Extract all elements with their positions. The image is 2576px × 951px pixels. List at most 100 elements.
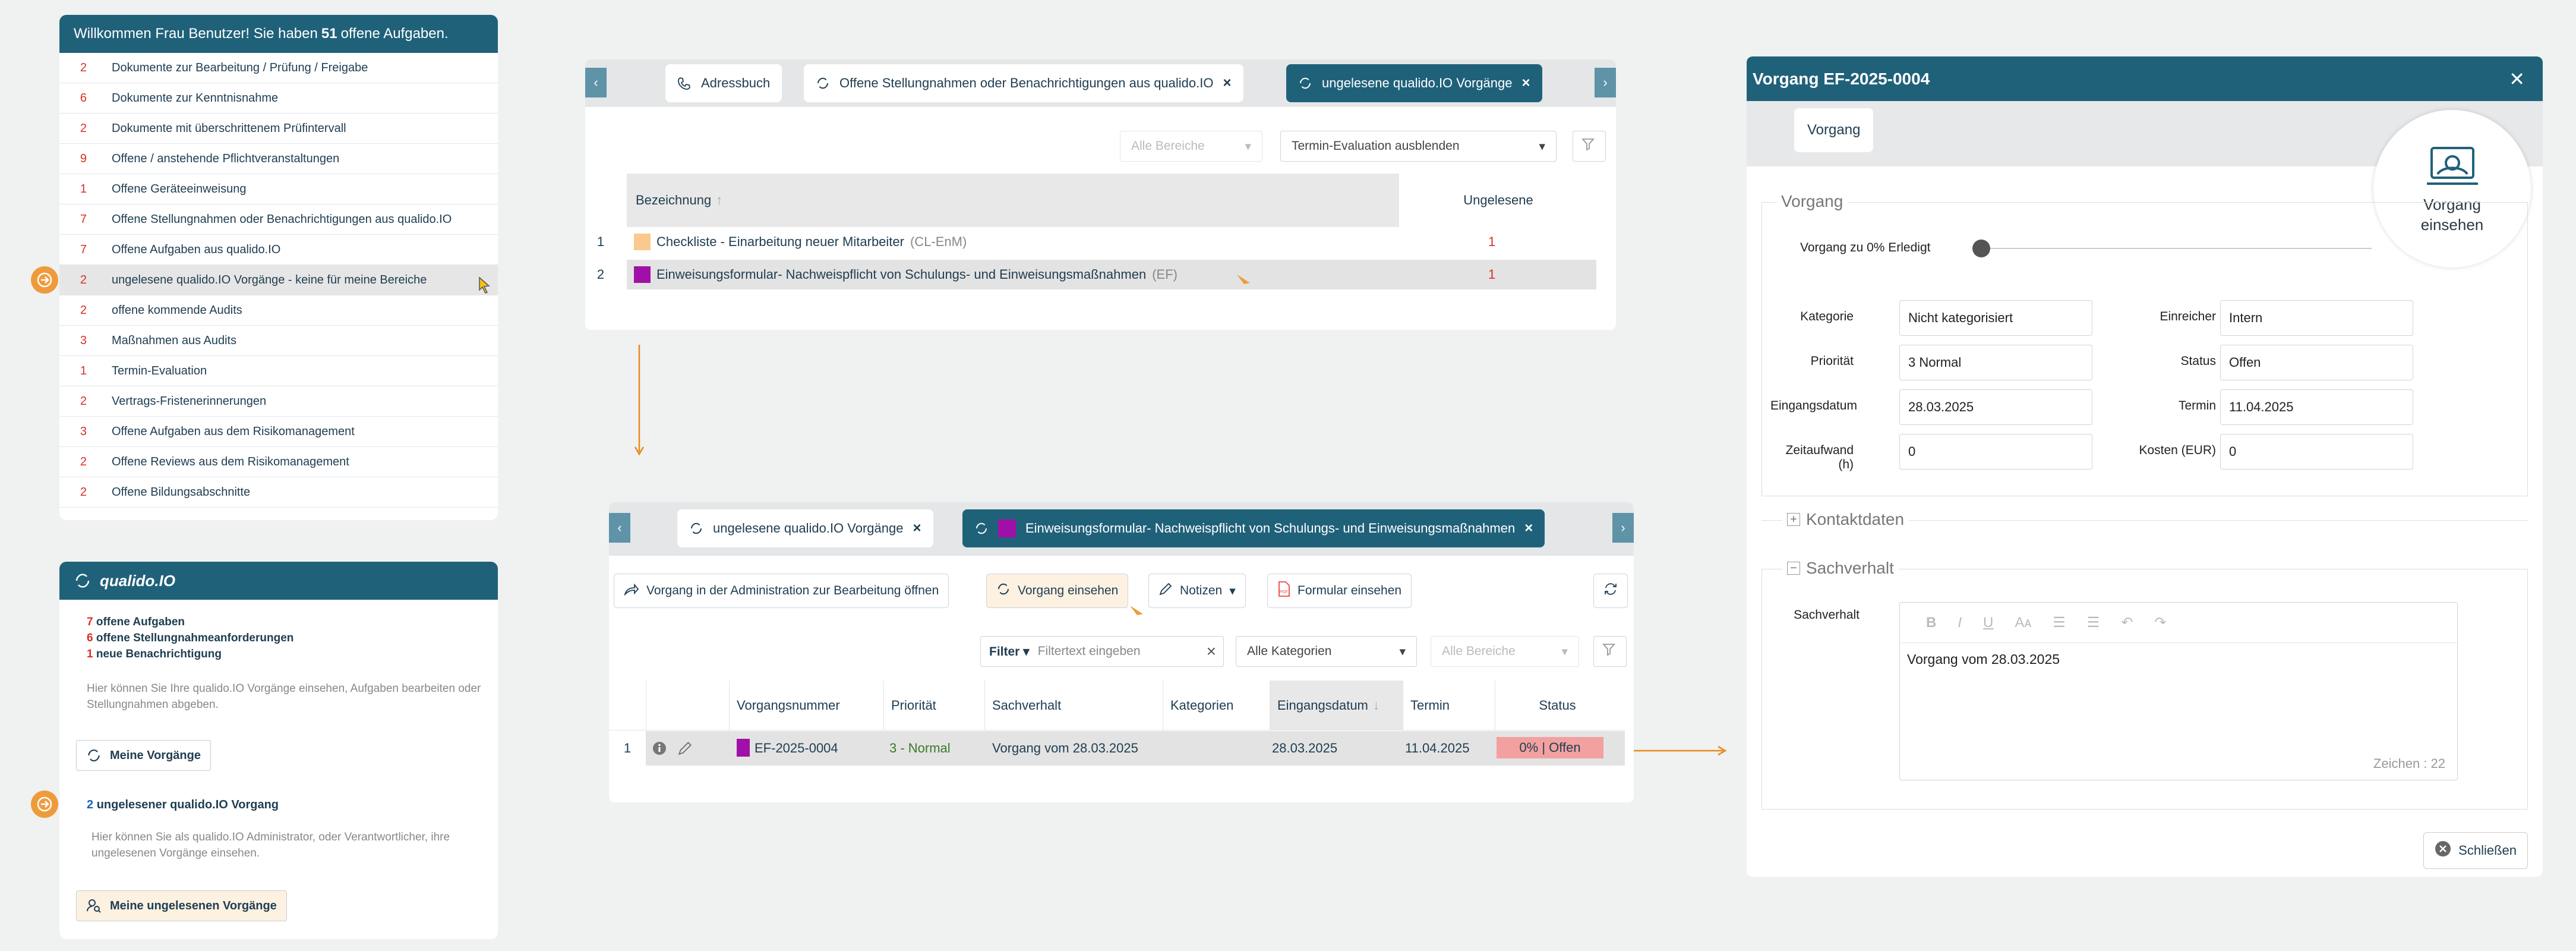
tab-open-statements[interactable]: Offene Stellungnahmen oder Benachrichtig… [804,64,1243,102]
task-item[interactable]: 2 offene kommende Audits [59,295,498,326]
column-sachverhalt[interactable]: Sachverhalt [984,681,1163,730]
notes-button[interactable]: Notizen ▾ [1148,574,1246,608]
font-size-icon[interactable]: Aᴀ [2015,615,2031,631]
tab-vorgang[interactable]: Vorgang [1794,108,1874,152]
chevron-down-icon: ▾ [1539,139,1545,153]
task-item[interactable]: 2 Offene Bildungsabschnitte [59,477,498,508]
cell-received: 28.03.2025 [1272,741,1338,755]
filter-dropdown[interactable]: Filter ▾ [981,644,1038,659]
tab-unread-processes[interactable]: ungelesene qualido.IO Vorgänge × [1286,64,1542,102]
contacts-section-toggle[interactable]: + Kontaktdaten [1782,510,1909,529]
tab-scroll-right-button[interactable]: › [1595,68,1616,97]
refresh-icon [86,748,102,763]
tab-unread-processes[interactable]: ungelesene qualido.IO Vorgänge × [677,509,933,547]
bullet-list-icon[interactable]: ☰ [2087,614,2100,631]
share-arrow-icon [624,582,639,599]
field-input[interactable]: Offen [2220,345,2413,380]
qualido-panel: qualido.IO 7 offene Aufgaben 6 offene Ste… [59,562,498,939]
task-item[interactable]: 2 Vertrags-Fristenerinnerungen [59,386,498,417]
area-filter[interactable]: Alle Bereiche ▾ [1431,636,1579,667]
view-form-button[interactable]: PDF Formular einsehen [1267,574,1412,608]
evaluation-filter[interactable]: Termin-Evaluation ausblenden ▾ [1280,131,1557,162]
info-icon[interactable] [652,741,667,760]
view-process-button[interactable]: Vorgang einsehen [986,574,1129,608]
facts-editor[interactable]: B I U Aᴀ ☰ ☰ ↶ ↷ Vorgang vom 28.03.2025 Zeichen… [1899,602,2458,780]
task-item[interactable]: 2 Dokumente zur Bearbeitung / Prüfung / F… [59,53,498,83]
close-tab-icon[interactable]: × [1524,520,1533,537]
tab-addressbook[interactable]: Adressbuch [665,64,782,102]
underline-icon[interactable]: U [1983,615,1993,631]
column-header-unread[interactable]: Ungelesene [1400,174,1596,227]
close-tab-icon[interactable]: × [1223,75,1231,92]
edit-icon[interactable] [677,741,693,760]
column-kategorien[interactable]: Kategorien [1163,681,1270,730]
italic-icon[interactable]: I [1958,615,1962,631]
clear-filter-icon[interactable]: × [1199,642,1223,661]
task-item[interactable]: 7 Offene Aufgaben aus qualido.IO [59,235,498,265]
unread-count: 2 [87,798,94,811]
close-tab-icon[interactable]: × [1521,75,1530,92]
undo-icon[interactable]: ↶ [2121,614,2133,631]
facts-section-toggle[interactable]: − Sachverhalt [1782,559,1899,578]
column-status[interactable]: Status [1495,681,1620,730]
table-row[interactable]: 1 EF-2025-0004 3 - Normal Vorgang vom 28… [609,731,1625,766]
tab-scroll-left-button[interactable]: ‹ [585,68,607,97]
bold-icon[interactable]: B [1926,615,1936,631]
filter-button[interactable] [1573,131,1606,162]
my-processes-button[interactable]: Meine Vorgänge [76,740,211,771]
task-item[interactable]: 6 Dokumente zur Kenntnisnahme [59,83,498,114]
filter-input[interactable]: Filtertext eingeben [1038,644,1199,659]
column-prioritaet[interactable]: Priorität [883,681,984,730]
caret-down-icon: ▾ [1229,584,1236,598]
field-input[interactable]: 0 [1899,434,2092,470]
qualido-stats: 7 offene Aufgaben 6 offene Stellungnahmea… [87,614,293,662]
column-header-name[interactable]: Bezeichnung ↑ [627,174,1399,227]
task-item[interactable]: 1 Offene Geräteeinweisung [59,174,498,204]
column-label: Status [1539,698,1576,713]
field-input[interactable]: Intern [2220,300,2413,336]
field-input[interactable]: Nicht kategorisiert [1899,300,2092,336]
tab-label: Offene Stellungnahmen oder Benachrichtig… [839,75,1214,90]
task-count: 2 [80,485,87,499]
task-item[interactable]: 2 Dokumente mit überschrittenem Prüfinter… [59,114,498,144]
task-label: Vertrags-Fristenerinnerungen [112,394,267,408]
field-label: Status [2180,354,2216,368]
field-input[interactable]: 3 Normal [1899,345,2092,380]
my-unread-button[interactable]: Meine ungelesenen Vorgänge [76,890,287,921]
task-item[interactable]: 2 ungelesene qualido.IO Vorgänge - keine … [59,265,498,295]
task-item[interactable]: 3 Offene Aufgaben aus dem Risikomanagemen… [59,417,498,447]
close-icon[interactable]: ✕ [2509,68,2525,90]
field-input[interactable]: 0 [2220,434,2413,470]
task-item[interactable]: 2 Offene Reviews aus dem Risikomanagement [59,447,498,477]
task-count: 2 [80,455,87,468]
task-item[interactable]: 3 Maßnahmen aus Audits [59,326,498,356]
redo-icon[interactable]: ↷ [2154,614,2166,631]
task-item[interactable]: 7 Offene Stellungnahmen oder Benachrichti… [59,204,498,235]
tab-scroll-right-button[interactable]: › [1612,513,1634,543]
progress-slider[interactable] [1980,248,2372,249]
refresh-button[interactable] [1593,574,1628,608]
ordered-list-icon[interactable]: ☰ [2053,614,2066,631]
column-termin[interactable]: Termin [1403,681,1495,730]
task-item[interactable]: 9 Offene / anstehende Pflichtveranstaltun… [59,144,498,174]
tab-instruction-form[interactable]: Einweisungsformular- Nachweispflicht von… [962,509,1545,547]
filter-button[interactable] [1593,636,1627,667]
row-code: (EF) [1152,267,1177,282]
category-filter[interactable]: Alle Kategorien ▾ [1236,636,1417,667]
list-row[interactable]: 1 Checkliste - Einarbeitung neuer Mitarbe… [585,227,1601,257]
progress-knob[interactable] [1972,240,1990,257]
qualido-description: Hier können Sie Ihre qualido.IO Vorgänge… [87,682,481,711]
column-eingangsdatum[interactable]: Eingangsdatum ↓ [1270,681,1403,730]
tab-scroll-left-button[interactable]: ‹ [609,513,630,543]
column-vorgangsnummer[interactable]: Vorgangsnummer [729,681,901,730]
cursor-icon [1236,273,1251,295]
open-admin-button[interactable]: Vorgang in der Administration zur Bearbe… [614,574,949,608]
task-item[interactable]: 1 Termin-Evaluation [59,356,498,386]
field-input[interactable]: 11.04.2025 [2220,389,2413,425]
close-button[interactable]: Schließen [2423,832,2528,869]
field-input[interactable]: 28.03.2025 [1899,389,2092,425]
list-row[interactable]: 2 Einweisungsformular- Nachweispflicht vo… [585,260,1601,289]
area-filter[interactable]: Alle Bereiche ▾ [1120,131,1262,162]
close-tab-icon[interactable]: × [913,520,921,537]
stat-label: offene Stellungnahmeanforderungen [96,632,294,644]
